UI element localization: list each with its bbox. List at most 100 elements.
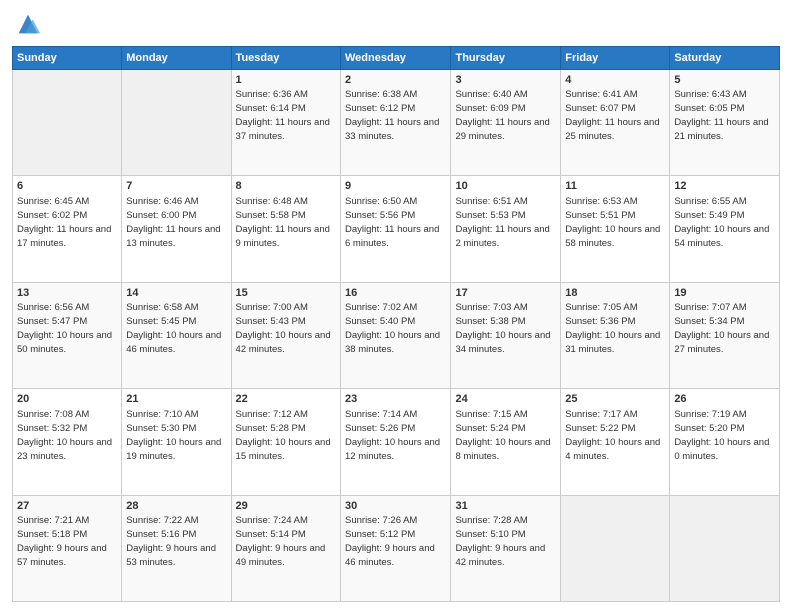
day-number: 10	[455, 179, 556, 194]
day-cell: 25 Sunrise: 7:17 AMSunset: 5:22 PMDayligh…	[561, 389, 670, 495]
week-row-3: 13Sunrise: 6:56 AMSunset: 5:47 PMDayligh…	[13, 282, 780, 388]
day-cell: 26 Sunrise: 7:19 AMSunset: 5:20 PMDayligh…	[670, 389, 780, 495]
day-number: 25	[565, 392, 665, 407]
day-info: Sunrise: 7:05 AMSunset: 5:36 PMDaylight:…	[565, 302, 660, 355]
day-cell	[122, 70, 231, 176]
day-cell: 4Sunrise: 6:41 AMSunset: 6:07 PMDaylight…	[561, 70, 670, 176]
day-cell: 27Sunrise: 7:21 AMSunset: 5:18 PMDayligh…	[13, 495, 122, 601]
day-cell: 2Sunrise: 6:38 AMSunset: 6:12 PMDaylight…	[341, 70, 451, 176]
day-cell: 28Sunrise: 7:22 AMSunset: 5:16 PMDayligh…	[122, 495, 231, 601]
day-cell: 17Sunrise: 7:03 AMSunset: 5:38 PMDayligh…	[451, 282, 561, 388]
calendar-header: SundayMondayTuesdayWednesdayThursdayFrid…	[13, 47, 780, 70]
week-row-2: 6 Sunrise: 6:45 AMSunset: 6:02 PMDaylight…	[13, 176, 780, 282]
day-number: 4	[565, 73, 665, 88]
day-info: Sunrise: 6:43 AMSunset: 6:05 PMDaylight:…	[674, 89, 768, 142]
day-info: Sunrise: 7:10 AMSunset: 5:30 PMDaylight:…	[126, 409, 221, 462]
day-info: Sunrise: 6:38 AMSunset: 6:12 PMDaylight:…	[345, 89, 439, 142]
day-header-thursday: Thursday	[451, 47, 561, 70]
day-info: Sunrise: 7:08 AMSunset: 5:32 PMDaylight:…	[17, 409, 112, 462]
day-info: Sunrise: 7:21 AMSunset: 5:18 PMDaylight:…	[17, 515, 107, 568]
day-cell: 31Sunrise: 7:28 AMSunset: 5:10 PMDayligh…	[451, 495, 561, 601]
day-info: Sunrise: 6:45 AMSunset: 6:02 PMDaylight:…	[17, 196, 111, 249]
day-number: 15	[236, 286, 336, 301]
day-number: 22	[236, 392, 336, 407]
day-cell: 14Sunrise: 6:58 AMSunset: 5:45 PMDayligh…	[122, 282, 231, 388]
day-info: Sunrise: 7:14 AMSunset: 5:26 PMDaylight:…	[345, 409, 440, 462]
day-cell: 30Sunrise: 7:26 AMSunset: 5:12 PMDayligh…	[341, 495, 451, 601]
day-cell: 7 Sunrise: 6:46 AMSunset: 6:00 PMDaylight…	[122, 176, 231, 282]
day-header-tuesday: Tuesday	[231, 47, 340, 70]
day-info: Sunrise: 7:12 AMSunset: 5:28 PMDaylight:…	[236, 409, 331, 462]
day-info: Sunrise: 7:17 AMSunset: 5:22 PMDaylight:…	[565, 409, 660, 462]
calendar-container: SundayMondayTuesdayWednesdayThursdayFrid…	[0, 0, 792, 612]
day-number: 8	[236, 179, 336, 194]
day-cell: 10 Sunrise: 6:51 AMSunset: 5:53 PMDayligh…	[451, 176, 561, 282]
day-info: Sunrise: 6:41 AMSunset: 6:07 PMDaylight:…	[565, 89, 659, 142]
day-info: Sunrise: 7:00 AMSunset: 5:43 PMDaylight:…	[236, 302, 331, 355]
day-number: 29	[236, 499, 336, 514]
day-number: 21	[126, 392, 226, 407]
day-cell: 8 Sunrise: 6:48 AMSunset: 5:58 PMDaylight…	[231, 176, 340, 282]
calendar-body: 1Sunrise: 6:36 AMSunset: 6:14 PMDaylight…	[13, 70, 780, 602]
day-number: 6	[17, 179, 117, 194]
week-row-1: 1Sunrise: 6:36 AMSunset: 6:14 PMDaylight…	[13, 70, 780, 176]
logo	[12, 10, 42, 38]
day-number: 31	[455, 499, 556, 514]
day-cell: 11Sunrise: 6:53 AMSunset: 5:51 PMDayligh…	[561, 176, 670, 282]
day-info: Sunrise: 7:19 AMSunset: 5:20 PMDaylight:…	[674, 409, 769, 462]
day-info: Sunrise: 7:22 AMSunset: 5:16 PMDaylight:…	[126, 515, 216, 568]
day-number: 26	[674, 392, 775, 407]
day-number: 1	[236, 73, 336, 88]
day-cell: 1Sunrise: 6:36 AMSunset: 6:14 PMDaylight…	[231, 70, 340, 176]
day-number: 23	[345, 392, 446, 407]
day-number: 24	[455, 392, 556, 407]
day-cell: 9Sunrise: 6:50 AMSunset: 5:56 PMDaylight…	[341, 176, 451, 282]
logo-icon	[14, 10, 42, 38]
header	[12, 10, 780, 38]
day-info: Sunrise: 7:15 AMSunset: 5:24 PMDaylight:…	[455, 409, 550, 462]
day-number: 17	[455, 286, 556, 301]
day-info: Sunrise: 7:28 AMSunset: 5:10 PMDaylight:…	[455, 515, 545, 568]
day-header-saturday: Saturday	[670, 47, 780, 70]
day-cell: 3Sunrise: 6:40 AMSunset: 6:09 PMDaylight…	[451, 70, 561, 176]
day-info: Sunrise: 6:55 AMSunset: 5:49 PMDaylight:…	[674, 196, 769, 249]
day-cell: 22 Sunrise: 7:12 AMSunset: 5:28 PMDayligh…	[231, 389, 340, 495]
day-cell: 23 Sunrise: 7:14 AMSunset: 5:26 PMDayligh…	[341, 389, 451, 495]
day-cell: 5Sunrise: 6:43 AMSunset: 6:05 PMDaylight…	[670, 70, 780, 176]
day-info: Sunrise: 7:07 AMSunset: 5:34 PMDaylight:…	[674, 302, 769, 355]
day-info: Sunrise: 6:46 AMSunset: 6:00 PMDaylight:…	[126, 196, 220, 249]
day-info: Sunrise: 7:26 AMSunset: 5:12 PMDaylight:…	[345, 515, 435, 568]
day-cell: 13Sunrise: 6:56 AMSunset: 5:47 PMDayligh…	[13, 282, 122, 388]
day-number: 14	[126, 286, 226, 301]
day-number: 9	[345, 179, 446, 194]
day-info: Sunrise: 7:03 AMSunset: 5:38 PMDaylight:…	[455, 302, 550, 355]
day-cell: 18Sunrise: 7:05 AMSunset: 5:36 PMDayligh…	[561, 282, 670, 388]
day-cell: 6 Sunrise: 6:45 AMSunset: 6:02 PMDaylight…	[13, 176, 122, 282]
day-info: Sunrise: 7:02 AMSunset: 5:40 PMDaylight:…	[345, 302, 440, 355]
day-number: 7	[126, 179, 226, 194]
day-info: Sunrise: 6:48 AMSunset: 5:58 PMDaylight:…	[236, 196, 330, 249]
day-cell	[13, 70, 122, 176]
day-cell	[670, 495, 780, 601]
day-info: Sunrise: 6:36 AMSunset: 6:14 PMDaylight:…	[236, 89, 330, 142]
day-number: 2	[345, 73, 446, 88]
day-cell: 20 Sunrise: 7:08 AMSunset: 5:32 PMDayligh…	[13, 389, 122, 495]
day-info: Sunrise: 6:53 AMSunset: 5:51 PMDaylight:…	[565, 196, 660, 249]
day-number: 20	[17, 392, 117, 407]
day-info: Sunrise: 6:56 AMSunset: 5:47 PMDaylight:…	[17, 302, 112, 355]
day-number: 30	[345, 499, 446, 514]
day-info: Sunrise: 6:51 AMSunset: 5:53 PMDaylight:…	[455, 196, 549, 249]
day-number: 13	[17, 286, 117, 301]
day-cell: 29Sunrise: 7:24 AMSunset: 5:14 PMDayligh…	[231, 495, 340, 601]
day-header-monday: Monday	[122, 47, 231, 70]
calendar-table: SundayMondayTuesdayWednesdayThursdayFrid…	[12, 46, 780, 602]
day-header-row: SundayMondayTuesdayWednesdayThursdayFrid…	[13, 47, 780, 70]
week-row-5: 27Sunrise: 7:21 AMSunset: 5:18 PMDayligh…	[13, 495, 780, 601]
day-info: Sunrise: 6:40 AMSunset: 6:09 PMDaylight:…	[455, 89, 549, 142]
day-number: 27	[17, 499, 117, 514]
day-info: Sunrise: 7:24 AMSunset: 5:14 PMDaylight:…	[236, 515, 326, 568]
day-cell	[561, 495, 670, 601]
day-cell: 19Sunrise: 7:07 AMSunset: 5:34 PMDayligh…	[670, 282, 780, 388]
day-header-friday: Friday	[561, 47, 670, 70]
day-cell: 12Sunrise: 6:55 AMSunset: 5:49 PMDayligh…	[670, 176, 780, 282]
